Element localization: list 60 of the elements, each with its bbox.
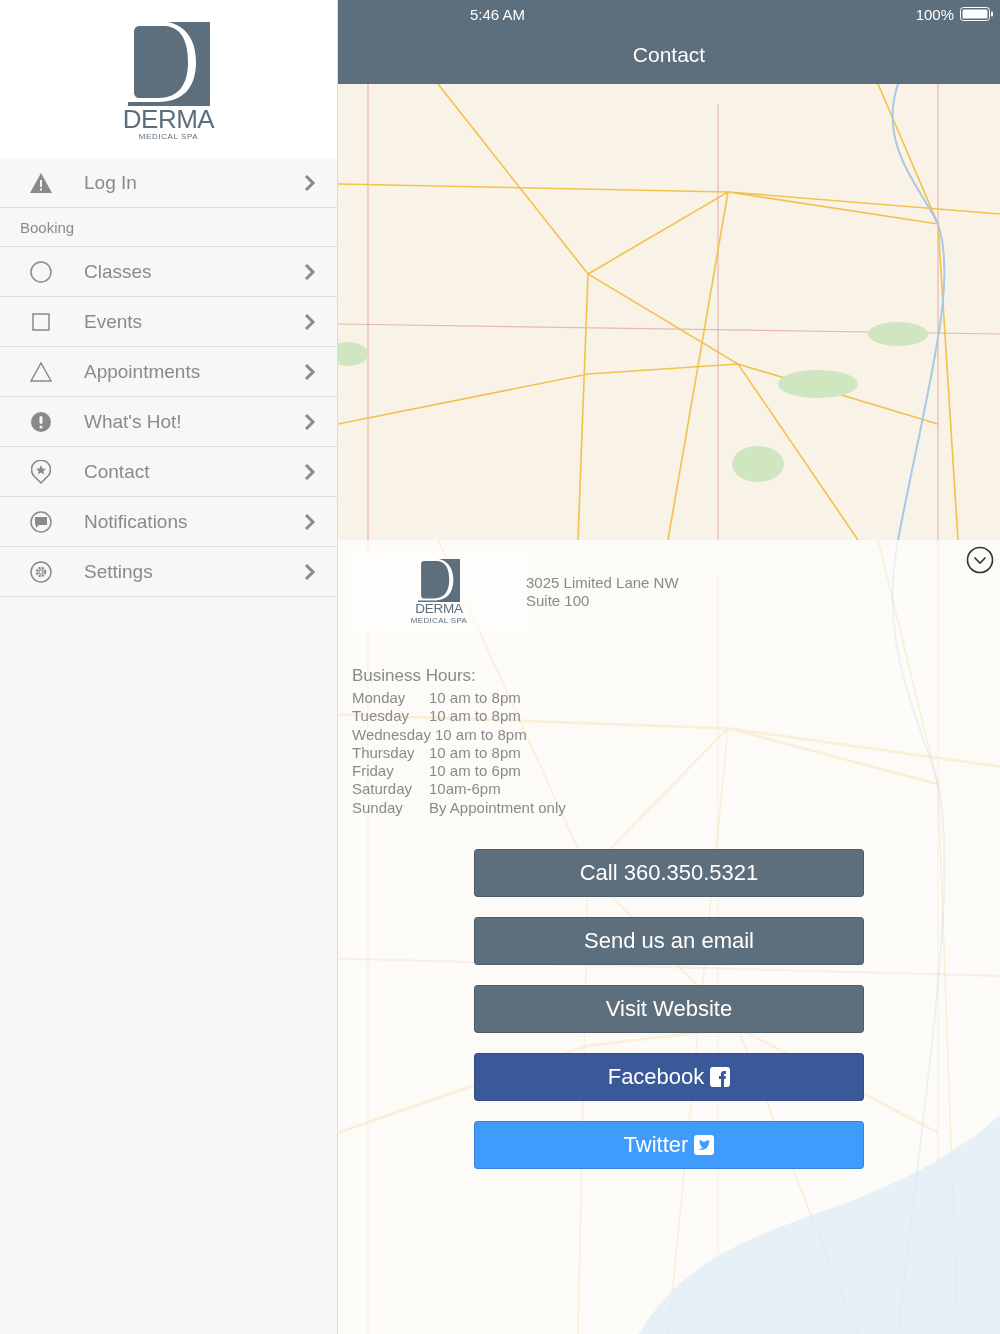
hours-day: Thursday (352, 743, 425, 763)
hours-time: 10am-6pm (429, 780, 501, 799)
action-button[interactable]: Call 360.350.5321 (474, 849, 864, 898)
battery-percent: 100% (915, 5, 954, 23)
twitter-icon (694, 1135, 715, 1156)
hours-time: 10 am to 8pm (434, 725, 527, 744)
action-button[interactable]: Twitter (474, 1121, 864, 1170)
address-line: Suite 100 (526, 592, 591, 610)
menu-item[interactable]: Log In (0, 158, 337, 208)
hours-day: Saturday (352, 780, 425, 799)
menu-item[interactable]: Classes (0, 247, 337, 297)
nav-title: Contact (631, 42, 707, 68)
facebook-icon (710, 1067, 731, 1088)
hours-day: Monday (352, 689, 425, 708)
location-pin-icon (31, 459, 51, 484)
logo-name: DERMA (122, 106, 215, 133)
address-line: 3025 Limited Lane NW (526, 574, 679, 592)
logo-mark-icon (127, 22, 210, 107)
hours-time: 10 am to 8pm (429, 743, 521, 763)
action-button[interactable]: Send us an email (474, 917, 864, 966)
menu-item[interactable]: Settings (0, 547, 337, 597)
logo-name: DERMA (415, 602, 463, 616)
chevron-right-icon (303, 312, 317, 331)
chevron-right-icon (303, 173, 317, 192)
chevron-right-icon (303, 562, 317, 581)
collapse-icon[interactable] (966, 546, 994, 574)
hours-time: 10 am to 8pm (429, 689, 521, 708)
exclamation-icon (31, 411, 51, 432)
status-time: 5:46 AM (470, 5, 526, 23)
menu-item[interactable]: Appointments (0, 347, 337, 397)
hours-day: Tuesday (352, 707, 425, 726)
chevron-right-icon (303, 462, 317, 481)
logo-tagline: MEDICAL SPA (138, 132, 199, 142)
hours-day: Sunday (352, 798, 425, 818)
square-icon (32, 312, 50, 331)
battery-icon (960, 7, 994, 21)
menu-item[interactable]: Notifications (0, 497, 337, 547)
action-button[interactable]: Visit Website (474, 985, 864, 1034)
settings-icon (30, 560, 52, 583)
circle-icon (30, 260, 52, 283)
menu-item[interactable]: Events (0, 297, 337, 347)
menu-item[interactable]: Contact (0, 447, 337, 497)
hours-time: 10 am to 8pm (429, 707, 521, 726)
chevron-right-icon (303, 512, 317, 531)
action-button[interactable]: Facebook (474, 1053, 864, 1102)
chevron-right-icon (303, 262, 317, 281)
warning-icon (30, 172, 52, 193)
hours-time: By Appointment only (429, 798, 566, 818)
chat-icon (30, 510, 52, 533)
hours-time: 10 am to 6pm (429, 762, 521, 781)
chevron-right-icon (303, 362, 317, 381)
triangle-icon (30, 361, 52, 382)
hours-day: Friday (352, 762, 425, 781)
menu-item[interactable]: What's Hot! (0, 397, 337, 447)
section-header: Booking (0, 208, 337, 247)
chevron-right-icon (303, 412, 317, 431)
hours-title: Business Hours: (352, 666, 477, 686)
logo-tagline: MEDICAL SPA (410, 616, 468, 626)
logo-mark-icon (417, 558, 461, 603)
hours-day: Wednesday (352, 725, 431, 744)
